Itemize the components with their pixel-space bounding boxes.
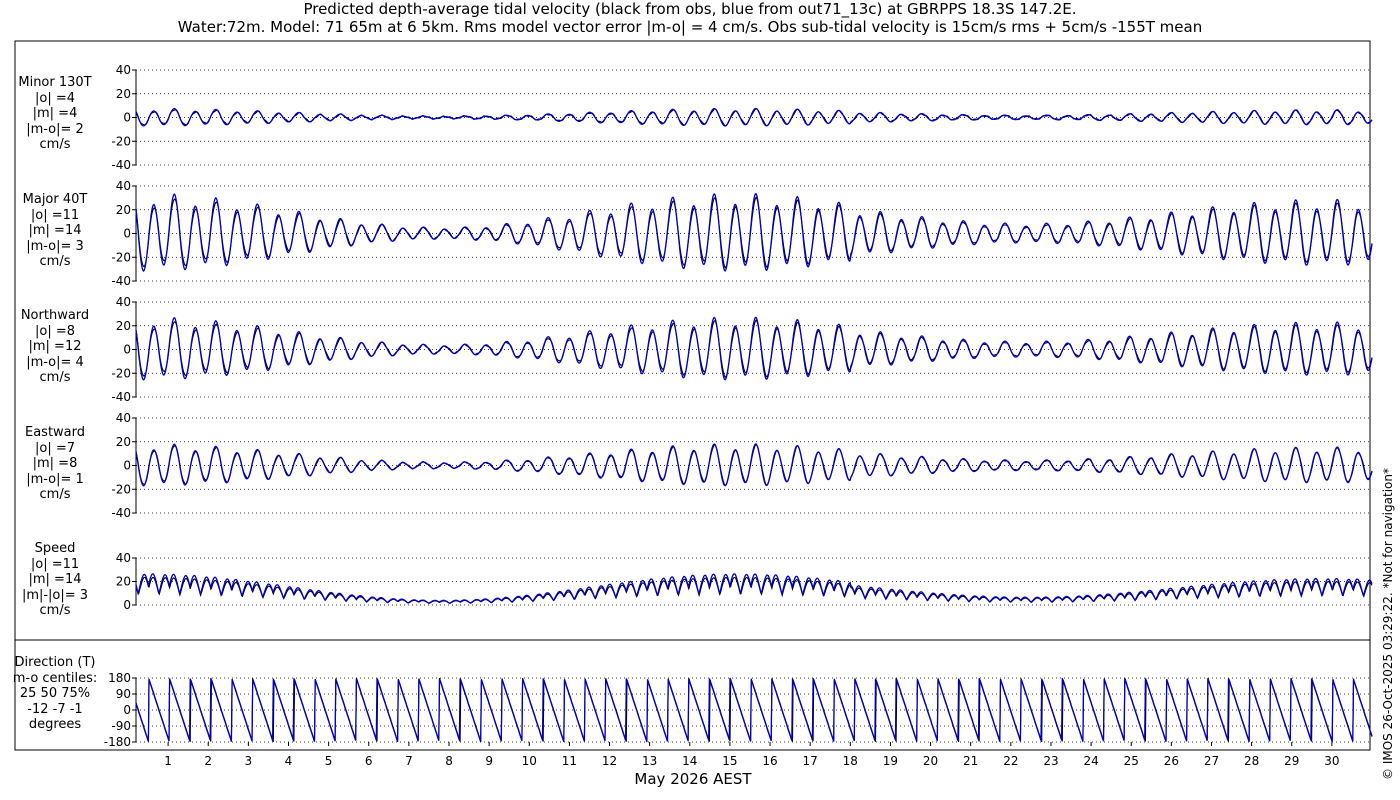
x-tick-label: 9 [485,754,493,768]
tidal-velocity-chart: -40-2002040-40-2002040-40-2002040-40-200… [14,40,1373,788]
y-tick-label: -90 [111,719,131,733]
x-tick-label: 18 [843,754,858,768]
y-tick-label: 0 [123,703,131,717]
y-tick-label: 20 [116,435,131,449]
x-tick-label: 21 [963,754,978,768]
y-tick-label: 0 [123,111,131,125]
y-tick-label: 40 [116,295,131,309]
x-tick-label: 24 [1083,754,1098,768]
x-tick-label: 6 [365,754,373,768]
y-tick-label: -20 [111,366,131,380]
x-tick-label: 27 [1204,754,1219,768]
y-tick-label: 40 [116,411,131,425]
x-tick-label: 20 [923,754,938,768]
x-tick-label: 5 [325,754,333,768]
x-tick-label: 11 [562,754,577,768]
x-tick-label: 8 [445,754,453,768]
x-tick-label: 12 [602,754,617,768]
y-tick-label: -20 [111,134,131,148]
x-tick-label: 26 [1164,754,1179,768]
x-tick-label: 13 [642,754,657,768]
y-tick-label: -40 [111,274,131,288]
x-tick-label: 22 [1003,754,1018,768]
obs-series-line [135,443,1373,486]
x-tick-label: 4 [285,754,293,768]
y-tick-label: 0 [123,598,131,612]
model-series-line [135,677,1373,743]
y-tick-label: -40 [111,390,131,404]
x-tick-label: 23 [1043,754,1058,768]
x-tick-label: 19 [883,754,898,768]
x-tick-label: 2 [204,754,212,768]
y-tick-label: 0 [123,343,131,357]
x-axis-label: May 2026 AEST [634,770,752,788]
y-tick-label: -40 [111,158,131,172]
obs-series-line [135,108,1373,127]
y-tick-label: -40 [111,506,131,520]
y-tick-label: 40 [116,179,131,193]
x-tick-label: 25 [1124,754,1139,768]
y-tick-label: 20 [116,575,131,589]
x-tick-label: 16 [762,754,777,768]
y-tick-label: -20 [111,482,131,496]
y-tick-label: 0 [123,459,131,473]
x-tick-label: 1 [164,754,172,768]
x-tick-label: 10 [522,754,537,768]
y-tick-label: -20 [111,250,131,264]
copyright-credit: © IMOS 26-Oct-2025 03:29:22. *Not for na… [1381,468,1395,780]
y-tick-label: -180 [104,735,131,749]
x-tick-label: 3 [245,754,253,768]
obs-series-line [135,319,1373,378]
y-tick-label: 90 [116,687,131,701]
obs-series-line [135,196,1373,269]
y-tick-label: 0 [123,227,131,241]
x-tick-label: 28 [1244,754,1259,768]
x-tick-label: 7 [405,754,413,768]
y-tick-label: 40 [116,63,131,77]
upper-frame [14,40,1371,641]
y-tick-label: 40 [116,551,131,565]
y-tick-label: 20 [116,203,131,217]
y-tick-label: 180 [108,671,131,685]
x-tick-label: 17 [803,754,818,768]
y-tick-label: 20 [116,87,131,101]
y-tick-label: 20 [116,319,131,333]
x-tick-label: 14 [682,754,697,768]
x-tick-label: 29 [1284,754,1299,768]
x-tick-label: 15 [722,754,737,768]
obs-series-line [135,576,1373,605]
x-tick-label: 30 [1324,754,1339,768]
